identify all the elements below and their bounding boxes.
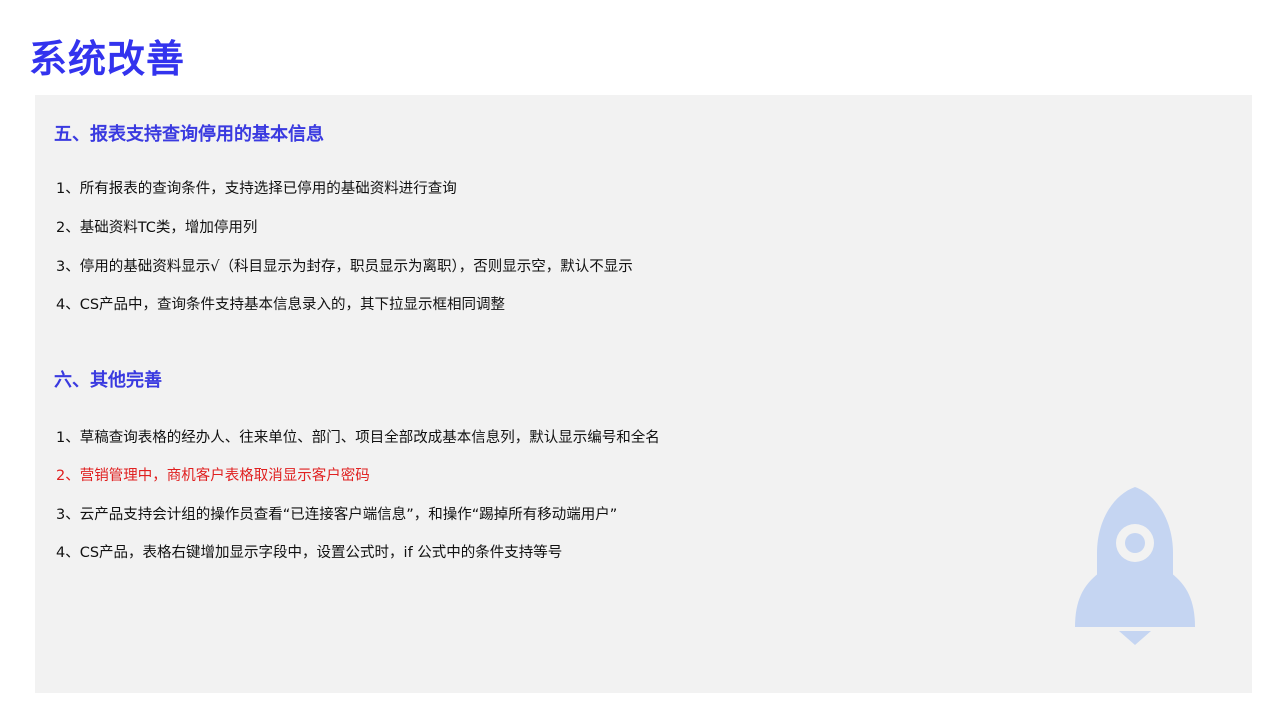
list-item: 3、停用的基础资料显示√（科目显示为封存，职员显示为离职），否则显示空，默认不显…: [56, 259, 633, 275]
list-item-highlighted: 2、营销管理中，商机客户表格取消显示客户密码: [56, 468, 370, 484]
list-item: 4、CS产品，表格右键增加显示字段中，设置公式时，if 公式中的条件支持等号: [56, 545, 563, 561]
list-item: 2、基础资料TC类，增加停用列: [56, 220, 258, 236]
section-heading-report-query: 五、报表支持查询停用的基本信息: [54, 124, 324, 145]
content-panel: 五、报表支持查询停用的基本信息 1、所有报表的查询条件，支持选择已停用的基础资料…: [35, 95, 1252, 693]
list-item: 1、所有报表的查询条件，支持选择已停用的基础资料进行查询: [56, 181, 457, 197]
list-item: 3、云产品支持会计组的操作员查看“已连接客户端信息”，和操作“踢掉所有移动端用户…: [56, 507, 618, 523]
page-title: 系统改善: [29, 37, 186, 81]
list-item: 4、CS产品中，查询条件支持基本信息录入的，其下拉显示框相同调整: [56, 297, 506, 313]
section-heading-other-improvements: 六、其他完善: [54, 370, 162, 391]
list-item: 1、草稿查询表格的经办人、往来单位、部门、项目全部改成基本信息列，默认显示编号和…: [56, 430, 660, 446]
rocket-icon: [1075, 487, 1195, 645]
